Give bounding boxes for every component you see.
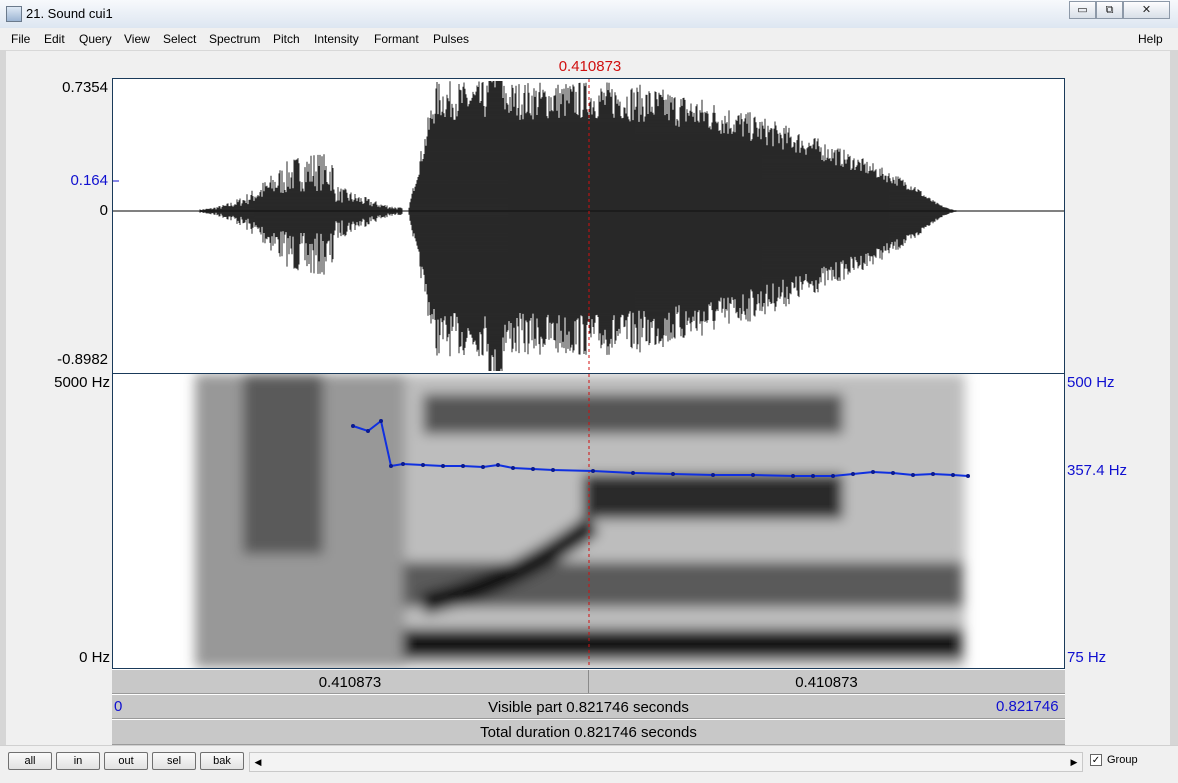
f3-band	[583, 474, 843, 519]
pitch-point	[931, 472, 935, 476]
pitch-point	[591, 469, 595, 473]
waveform-trace	[198, 81, 957, 371]
selection-bar[interactable]: 0.410873 0.410873	[112, 669, 1065, 694]
waveform-cursor-value-label: 0.164	[70, 172, 108, 189]
pitch-point	[966, 474, 970, 478]
right-part-segment[interactable]: 0.410873	[589, 670, 1064, 693]
spectrogram-freq-top-label: 5000 Hz	[54, 374, 110, 391]
pitch-point	[366, 429, 370, 433]
visible-end-label: 0.821746	[996, 698, 1059, 715]
zoom-all-button[interactable]: all	[8, 752, 52, 770]
group-label: Group	[1107, 754, 1138, 766]
pitch-point	[871, 470, 875, 474]
bottom-toolbar: all in out sel bak ◀ ▶ ✓ Group	[0, 745, 1178, 783]
zoom-in-button[interactable]: in	[56, 752, 100, 770]
pitch-point	[751, 473, 755, 477]
total-duration-bar[interactable]: Total duration 0.821746 seconds	[112, 719, 1065, 745]
waveform-min-label: -0.8982	[57, 351, 108, 368]
menu-intensity[interactable]: Intensity	[314, 32, 359, 46]
zoom-out-button[interactable]: out	[104, 752, 148, 770]
minimize-button[interactable]: ▭	[1069, 1, 1096, 19]
waveform-max-label: 0.7354	[62, 79, 108, 96]
menu-view[interactable]: View	[124, 32, 150, 46]
pitch-point	[791, 474, 795, 478]
pitch-point	[631, 471, 635, 475]
pitch-point	[891, 471, 895, 475]
zoom-sel-button[interactable]: sel	[152, 752, 196, 770]
pitch-point	[831, 474, 835, 478]
pitch-point	[551, 468, 555, 472]
spectrogram-freq-bottom-label: 0 Hz	[79, 649, 110, 666]
group-checkbox[interactable]: ✓	[1090, 754, 1102, 766]
pitch-point	[401, 462, 405, 466]
pitch-point	[851, 472, 855, 476]
scroll-right-icon[interactable]: ▶	[1067, 754, 1081, 770]
pitch-point	[811, 474, 815, 478]
cursor-time-label: 0.410873	[558, 58, 622, 75]
maximize-button[interactable]: ⧉	[1096, 1, 1123, 19]
pitch-point	[951, 473, 955, 477]
visible-part-label: Visible part 0.821746 seconds	[488, 699, 689, 716]
visible-part-bar[interactable]: Visible part 0.821746 seconds	[112, 694, 1065, 719]
scroll-left-icon[interactable]: ◀	[251, 754, 265, 770]
title-bar: 21. Sound cui1 ▭ ⧉ ✕	[0, 0, 1178, 29]
menu-query[interactable]: Query	[79, 32, 112, 46]
menu-select[interactable]: Select	[163, 32, 196, 46]
pitch-point	[389, 464, 393, 468]
menu-help[interactable]: Help	[1138, 32, 1163, 46]
zoom-back-button[interactable]: bak	[200, 752, 244, 770]
left-part-duration: 0.410873	[318, 674, 382, 691]
menu-spectrum[interactable]: Spectrum	[209, 32, 260, 46]
pitch-top-label: 500 Hz	[1067, 374, 1115, 391]
pitch-point	[496, 463, 500, 467]
horizontal-scrollbar[interactable]: ◀ ▶	[249, 752, 1083, 772]
left-part-segment[interactable]: 0.410873	[112, 670, 589, 693]
f1-band	[403, 629, 963, 659]
upper-band	[423, 394, 843, 434]
menu-bar: File Edit Query View Select Spectrum Pit…	[0, 28, 1178, 51]
menu-formant[interactable]: Formant	[374, 32, 419, 46]
pitch-cursor-label: 357.4 Hz	[1067, 462, 1128, 479]
pitch-point	[531, 467, 535, 471]
menu-pitch[interactable]: Pitch	[273, 32, 300, 46]
window-title: 21. Sound cui1	[26, 6, 113, 21]
fricative-dark	[243, 374, 323, 554]
pitch-point	[711, 473, 715, 477]
pitch-point	[511, 466, 515, 470]
pitch-point	[379, 419, 383, 423]
total-duration-label: Total duration 0.821746 seconds	[480, 724, 697, 741]
menu-file[interactable]: File	[11, 32, 30, 46]
close-button[interactable]: ✕	[1123, 1, 1170, 19]
pitch-point	[351, 424, 355, 428]
waveform-plot	[113, 79, 1064, 373]
visible-start-label: 0	[114, 698, 123, 715]
spectrogram-panel[interactable]	[112, 373, 1065, 669]
window-left-edge	[0, 50, 6, 745]
spectrogram-energy	[195, 374, 965, 668]
waveform-panel[interactable]	[112, 78, 1065, 374]
pitch-point	[671, 472, 675, 476]
pitch-point	[461, 464, 465, 468]
pitch-bottom-label: 75 Hz	[1067, 649, 1107, 666]
pitch-point	[911, 473, 915, 477]
pitch-point	[481, 465, 485, 469]
pitch-point	[441, 464, 445, 468]
menu-pulses[interactable]: Pulses	[433, 32, 469, 46]
app-icon	[6, 6, 22, 22]
pitch-point	[421, 463, 425, 467]
spectrogram-plot	[195, 374, 970, 668]
window-right-edge	[1170, 50, 1178, 745]
menu-edit[interactable]: Edit	[44, 32, 65, 46]
right-part-duration: 0.410873	[795, 674, 858, 691]
waveform-zero-label: 0	[99, 202, 108, 219]
